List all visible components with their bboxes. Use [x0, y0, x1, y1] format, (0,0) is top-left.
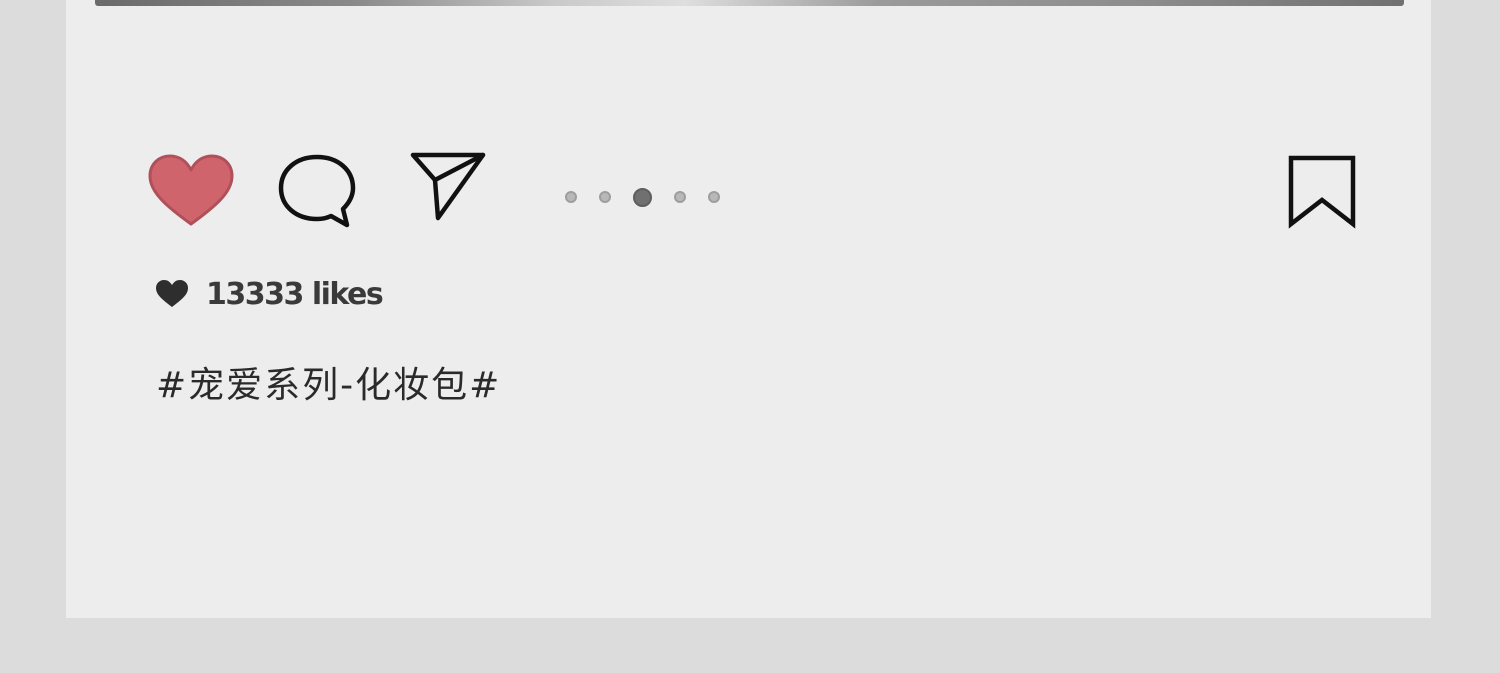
likes-count: 13333 likes: [206, 276, 384, 312]
carousel-dot[interactable]: [708, 191, 720, 203]
carousel-dot[interactable]: [565, 191, 577, 203]
bookmark-icon[interactable]: [1286, 153, 1358, 229]
carousel-dot-active[interactable]: [633, 187, 652, 207]
heart-icon[interactable]: [146, 152, 236, 230]
post-image[interactable]: [95, 0, 1404, 6]
likes-row[interactable]: 13333 likes: [154, 276, 384, 312]
carousel-dot[interactable]: [599, 191, 611, 203]
paper-plane-icon[interactable]: [408, 150, 488, 222]
small-heart-icon: [154, 278, 190, 310]
carousel-indicator: [565, 187, 720, 207]
comment-bubble-icon[interactable]: [277, 153, 357, 231]
carousel-dot[interactable]: [674, 191, 686, 203]
post-caption: #宠爱系列-化妆包#: [156, 365, 502, 406]
